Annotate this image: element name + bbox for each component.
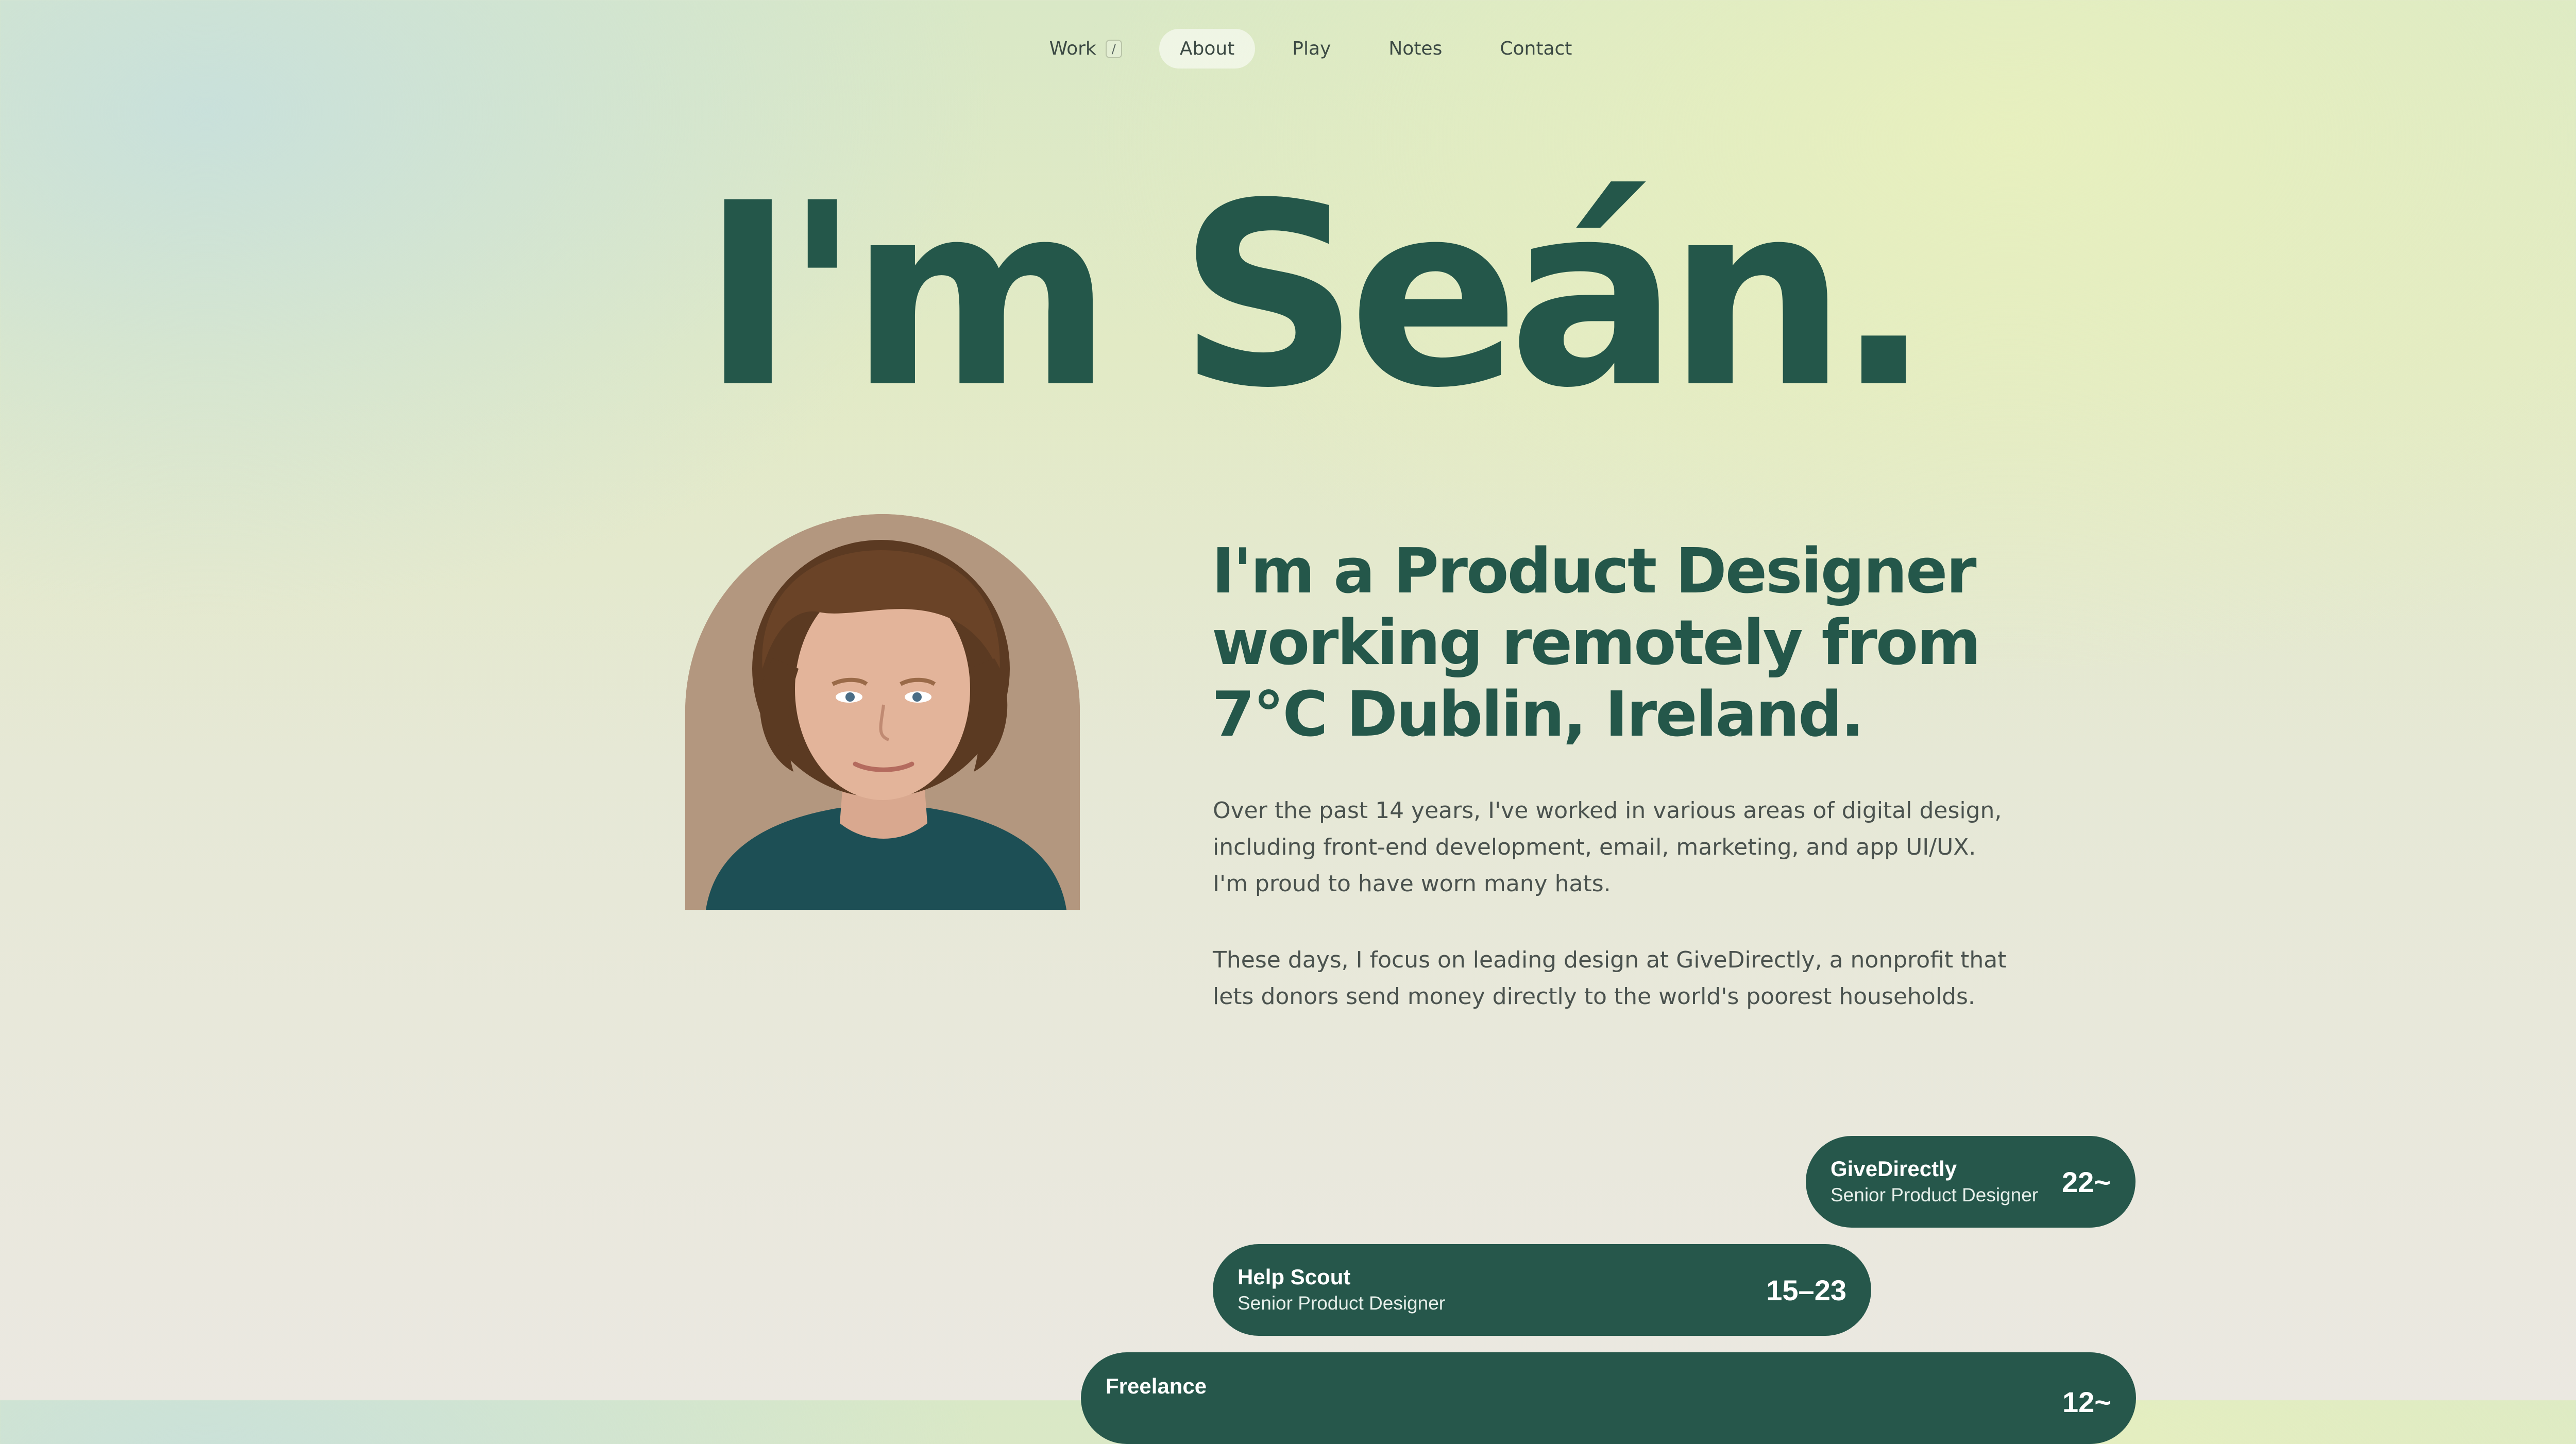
nav-about[interactable]: About	[1159, 29, 1256, 69]
profile-photo	[685, 514, 1080, 910]
about-paragraph-2: These days, I focus on leading design at…	[1213, 947, 2007, 1010]
experience-item-freelance[interactable]: Freelance 12~	[1081, 1352, 2136, 1444]
nav-notes-label: Notes	[1388, 38, 1443, 59]
hero-title: I'm Seán.	[701, 149, 1931, 443]
nav-notes[interactable]: Notes	[1368, 29, 1463, 69]
experience-role: Senior Product Designer	[1238, 1293, 1446, 1314]
keyboard-shortcut-badge: /	[1105, 39, 1122, 58]
experience-years: 12~	[2062, 1386, 2111, 1418]
experience-company: Help Scout	[1238, 1265, 1351, 1289]
experience-company: Freelance	[1106, 1374, 1207, 1398]
nav-work-label: Work	[1049, 38, 1096, 59]
nav-play[interactable]: Play	[1272, 29, 1351, 69]
nav-about-label: About	[1179, 38, 1235, 59]
experience-item-help-scout[interactable]: Help Scout Senior Product Designer 15–23	[1213, 1244, 1871, 1336]
about-headline: I'm a Product Designer working remotely …	[1212, 536, 1981, 751]
profile-photo-illustration	[685, 514, 1080, 910]
nav-contact[interactable]: Contact	[1479, 29, 1592, 69]
experience-role: Senior Product Designer	[1831, 1184, 2039, 1205]
experience-years: 15–23	[1766, 1273, 1846, 1306]
nav-contact-label: Contact	[1500, 38, 1572, 59]
experience-years: 22~	[2062, 1165, 2111, 1198]
main-nav: Work / About Play Notes Contact	[0, 29, 2576, 69]
experience-item-givedirectly[interactable]: GiveDirectly Senior Product Designer 22~	[1806, 1136, 2136, 1228]
about-paragraph-1: Over the past 14 years, I've worked in v…	[1213, 797, 2002, 897]
experience-company: GiveDirectly	[1831, 1157, 1957, 1181]
nav-play-label: Play	[1292, 38, 1331, 59]
nav-work[interactable]: Work /	[1029, 29, 1143, 69]
